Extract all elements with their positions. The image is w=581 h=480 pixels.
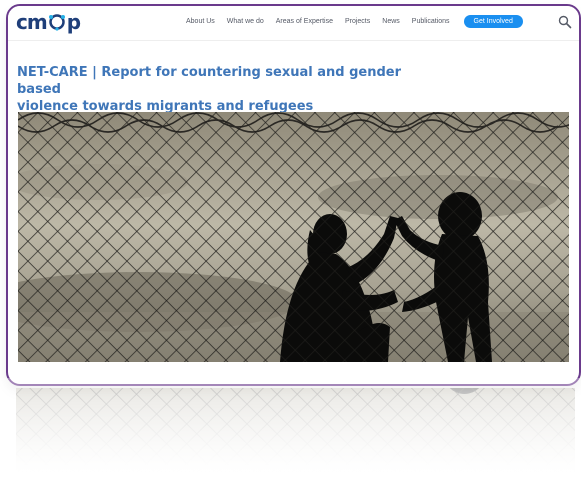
nav-item-projects[interactable]: Projects <box>339 15 376 28</box>
hero-reflection <box>16 388 575 474</box>
site-header: cm p About Us What we do Areas of Expert… <box>8 6 579 41</box>
nav-item-publications[interactable]: Publications <box>406 15 456 28</box>
page-title-line-1: NET-CARE | Report for countering sexual … <box>17 65 401 97</box>
article-header: NET-CARE | Report for countering sexual … <box>17 64 447 115</box>
hero-image <box>18 112 569 362</box>
page-stage: cm p About Us What we do Areas of Expert… <box>0 0 581 480</box>
nav-item-what-we-do[interactable]: What we do <box>221 15 270 28</box>
logo-text-right: p <box>66 10 81 34</box>
browser-frame: cm p About Us What we do Areas of Expert… <box>6 4 581 386</box>
site-logo[interactable]: cm p <box>16 10 81 34</box>
search-icon[interactable] <box>557 14 573 30</box>
reflection-illustration <box>16 388 575 474</box>
nav-item-areas-of-expertise[interactable]: Areas of Expertise <box>270 15 339 28</box>
logo-text-left: cm <box>16 10 48 34</box>
logo-mark-icon <box>48 14 65 31</box>
get-involved-button[interactable]: Get Involved <box>463 15 523 28</box>
nav-item-news[interactable]: News <box>376 15 406 28</box>
page-title: NET-CARE | Report for countering sexual … <box>17 64 447 115</box>
main-nav: About Us What we do Areas of Expertise P… <box>180 15 523 28</box>
hero-illustration <box>18 112 569 362</box>
nav-item-about-us[interactable]: About Us <box>180 15 221 28</box>
